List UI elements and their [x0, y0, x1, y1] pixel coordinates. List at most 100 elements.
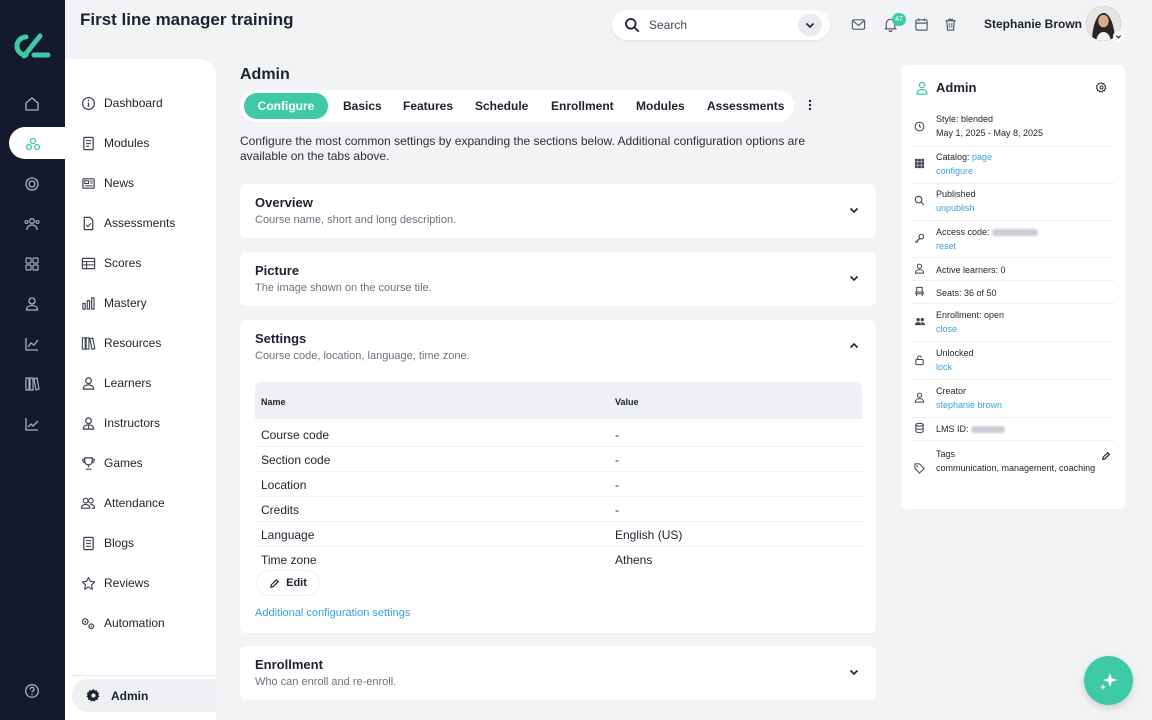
search-input[interactable]: Search: [649, 18, 687, 32]
chevron-down-icon[interactable]: [848, 272, 860, 284]
tab-features[interactable]: Features: [403, 99, 453, 113]
blogs-icon: [80, 535, 96, 551]
nav-item-assessments[interactable]: Assessments: [80, 213, 175, 233]
tab-enrollment[interactable]: Enrollment: [551, 99, 614, 113]
more-vertical-icon[interactable]: [803, 97, 817, 113]
chevron-down-icon[interactable]: [848, 204, 860, 216]
catalog-page-link[interactable]: page: [972, 152, 992, 162]
unpublish-link[interactable]: unpublish: [936, 201, 976, 215]
admin-info-panel: Admin Style: blended May 1, 2025 - May 8,…: [901, 65, 1125, 509]
lms-id-redacted: [971, 426, 1006, 434]
row-name: Time zone: [261, 553, 317, 567]
nav-item-label: Instructors: [104, 416, 161, 430]
section-subtitle: Course name, short and long description.: [255, 214, 457, 226]
table-row: Course code -: [255, 422, 862, 447]
enrollment-row: Enrollment: open close: [911, 304, 1114, 342]
settings-section: Settings Course code, location, language…: [240, 320, 876, 633]
search-box[interactable]: Search: [612, 10, 830, 40]
nav-item-learners[interactable]: Learners: [80, 373, 151, 393]
home-icon[interactable]: [20, 92, 44, 116]
calendar-icon[interactable]: [914, 17, 929, 32]
clock-icon: [914, 121, 925, 132]
nav-item-label: Attendance: [104, 496, 165, 510]
nav-item-blogs[interactable]: Blogs: [80, 533, 134, 553]
reset-link[interactable]: reset: [936, 239, 1038, 253]
enrollment-section[interactable]: Enrollment Who can enroll and re-enroll.: [240, 646, 876, 700]
help-icon[interactable]: [20, 679, 44, 703]
overview-section[interactable]: Overview Course name, short and long des…: [240, 184, 876, 238]
tab-assessments[interactable]: Assessments: [707, 99, 784, 113]
tags-row: Tags communication, management, coaching: [911, 443, 1114, 493]
mail-icon[interactable]: [851, 17, 866, 32]
ai-sparkle-button[interactable]: [1084, 656, 1133, 705]
picture-section[interactable]: Picture The image shown on the course ti…: [240, 252, 876, 306]
additional-settings-link[interactable]: Additional configuration settings: [255, 607, 410, 619]
chevron-down-icon[interactable]: [848, 666, 860, 678]
nav-item-label: Blogs: [104, 536, 135, 550]
nav-item-games[interactable]: Games: [80, 453, 143, 473]
section-title: Enrollment: [255, 657, 323, 672]
edit-button[interactable]: Edit: [257, 571, 319, 595]
search-icon: [624, 17, 640, 33]
modules-icon[interactable]: [21, 132, 45, 156]
tab-modules[interactable]: Modules: [636, 99, 685, 113]
nav-item-label: Games: [104, 456, 143, 470]
column-header-value: Value: [615, 397, 639, 407]
gear-icon[interactable]: [1096, 82, 1107, 93]
nav-item-mastery[interactable]: Mastery: [80, 293, 147, 313]
user-name[interactable]: Stephanie Brown: [984, 17, 1082, 31]
pencil-icon[interactable]: [1101, 451, 1111, 461]
grid-icon[interactable]: [20, 252, 44, 276]
nav-item-admin[interactable]: Admin: [72, 679, 216, 712]
row-name: Location: [261, 478, 307, 492]
chevron-down-icon[interactable]: [1113, 31, 1124, 42]
published-row: Published unpublish: [911, 184, 1114, 221]
lock-link[interactable]: lock: [936, 360, 974, 374]
tab-basics[interactable]: Basics: [343, 99, 382, 113]
assessments-icon: [80, 215, 96, 231]
tag-icon: [914, 463, 925, 474]
trend-icon[interactable]: [20, 412, 44, 436]
tab-bar: Configure Basics Features Schedule Enrol…: [240, 90, 794, 122]
database-icon: [914, 422, 925, 434]
trash-icon[interactable]: [943, 17, 958, 32]
published-status: Published: [936, 189, 976, 199]
modules-icon: [80, 135, 96, 151]
nav-item-scores[interactable]: Scores: [80, 253, 141, 273]
nav-item-resources[interactable]: Resources: [80, 333, 161, 353]
tab-schedule[interactable]: Schedule: [475, 99, 528, 113]
chevron-down-icon[interactable]: [798, 14, 822, 36]
nav-item-label: Modules: [104, 136, 150, 150]
row-value: -: [615, 453, 619, 467]
people-icon[interactable]: [20, 212, 44, 236]
nav-item-reviews[interactable]: Reviews: [80, 573, 149, 593]
close-enrollment-link[interactable]: close: [936, 322, 1004, 336]
library-icon[interactable]: [20, 372, 44, 396]
nav-divider: [72, 675, 216, 676]
lock-status: Unlocked: [936, 348, 974, 358]
nav-item-instructors[interactable]: Instructors: [80, 413, 160, 433]
active-learners-text: Active learners: 0: [936, 265, 1006, 275]
nav-item-label: Resources: [104, 336, 162, 350]
table-row: Location -: [255, 472, 862, 497]
row-name: Section code: [261, 453, 331, 467]
user-icon[interactable]: [20, 292, 44, 316]
reviews-icon: [80, 575, 96, 591]
nav-item-dashboard[interactable]: Dashboard: [80, 93, 163, 113]
nav-item-attendance[interactable]: Attendance: [80, 493, 165, 513]
news-icon: [80, 175, 96, 191]
nav-item-news[interactable]: News: [80, 173, 134, 193]
target-icon[interactable]: [20, 172, 44, 196]
creator-link[interactable]: stephanie brown: [936, 398, 1002, 412]
chevron-up-icon[interactable]: [848, 340, 860, 352]
panel-title: Admin: [936, 80, 977, 95]
active-learners-row: Active learners: 0: [911, 258, 1114, 281]
nav-item-label: News: [104, 176, 135, 190]
tab-configure[interactable]: Configure: [244, 93, 328, 119]
chart-icon[interactable]: [20, 332, 44, 356]
logo-icon[interactable]: [12, 32, 52, 60]
nav-item-automation[interactable]: Automation: [80, 613, 165, 633]
catalog-configure-link[interactable]: configure: [936, 164, 992, 178]
nav-item-modules[interactable]: Modules: [80, 133, 149, 153]
unlock-icon: [914, 354, 925, 366]
